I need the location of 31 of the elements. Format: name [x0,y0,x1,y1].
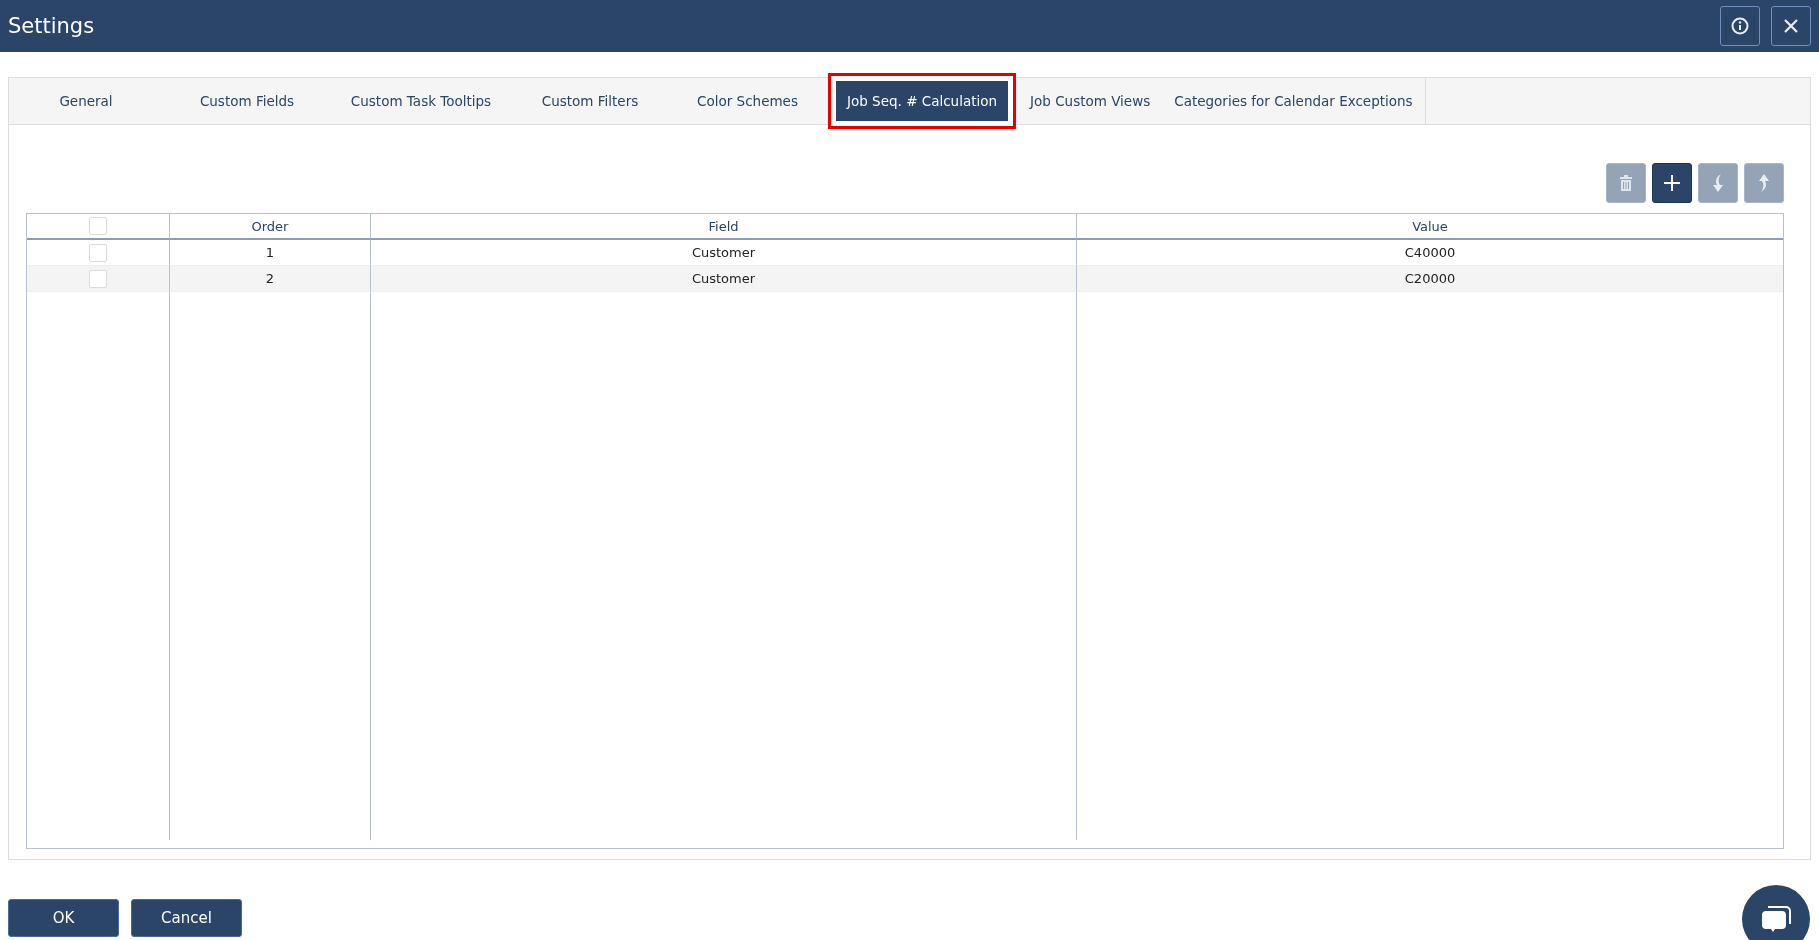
tab[interactable]: General [9,78,163,124]
tab[interactable]: Categories for Calendar Exceptions [1162,78,1425,124]
table-cell: 2 [169,266,370,292]
table-cell: Customer [370,240,1076,266]
row-checkbox[interactable] [89,269,107,288]
chat-button[interactable] [1742,885,1810,940]
info-button[interactable] [1720,6,1760,46]
curved-arrow-up-icon [1758,174,1770,192]
tab[interactable]: Custom Filters [511,78,669,124]
table-cell: Customer [370,266,1076,292]
tab[interactable]: Job Seq. # Calculation [828,73,1017,129]
table-cell: C40000 [1076,240,1783,266]
curved-arrow-down-icon [1712,174,1724,192]
plus-icon [1664,175,1680,191]
ok-button[interactable]: OK [8,899,119,937]
close-button[interactable] [1771,6,1811,46]
tab[interactable]: Custom Task Tooltips [331,78,511,124]
select-all-checkbox[interactable] [89,217,107,235]
table-cell: C20000 [1076,266,1783,292]
tab[interactable]: Custom Fields [163,78,331,124]
table-cell: 1 [169,240,370,266]
tab[interactable]: Job Custom Views [1018,78,1163,124]
chat-bubbles-icon [1760,904,1792,934]
cancel-button[interactable]: Cancel [131,899,242,937]
trash-icon [1619,175,1633,191]
tab[interactable]: Color Schemes [669,78,826,124]
window-title: Settings [8,14,96,38]
add-button[interactable] [1652,163,1692,203]
close-icon [1783,18,1799,34]
row-checkbox[interactable] [89,243,107,262]
info-icon [1731,17,1749,35]
